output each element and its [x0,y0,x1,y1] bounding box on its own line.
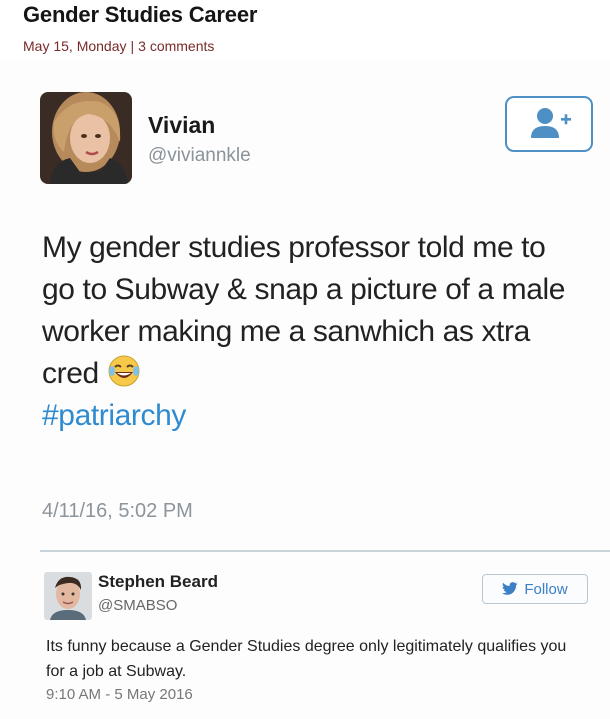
add-user-icon [531,108,571,138]
post-title[interactable]: Gender Studies Career [23,2,257,28]
meta-separator: | [130,38,135,54]
reply-follow-label: Follow [524,580,568,598]
avatar[interactable] [40,92,132,184]
follow-button[interactable] [505,96,593,152]
reply-text: Its funny because a Gender Studies degre… [46,638,567,680]
reply-avatar[interactable] [44,572,92,620]
author-handle[interactable]: @viviannkle [148,145,251,167]
tweet-timestamp[interactable]: 4/11/16, 5:02 PM [42,500,193,523]
post-date: May 15, Monday [23,38,127,54]
author-name[interactable]: Vivian [148,112,215,139]
reply-timestamp[interactable]: 9:10 AM - 5 May 2016 [46,686,193,703]
hashtag-link[interactable]: #patriarchy [42,399,186,432]
avatar-photo [40,92,132,184]
post-meta: May 15, Monday | 3 comments [23,38,214,54]
divider [40,550,610,552]
comments-link[interactable]: 3 comments [138,38,214,54]
reply-author-name[interactable]: Stephen Beard [98,572,218,592]
reply-avatar-photo [44,572,92,620]
reply-author-handle[interactable]: @SMABSO [98,597,177,614]
laughing-crying-emoji-icon [107,354,141,388]
reply-follow-button[interactable]: Follow [482,574,588,604]
bird-icon [502,582,518,595]
tweet-text: My gender studies professor told me to g… [42,227,582,437]
tweet-card: Vivian @viviannkle My gender studies pro… [0,60,610,719]
